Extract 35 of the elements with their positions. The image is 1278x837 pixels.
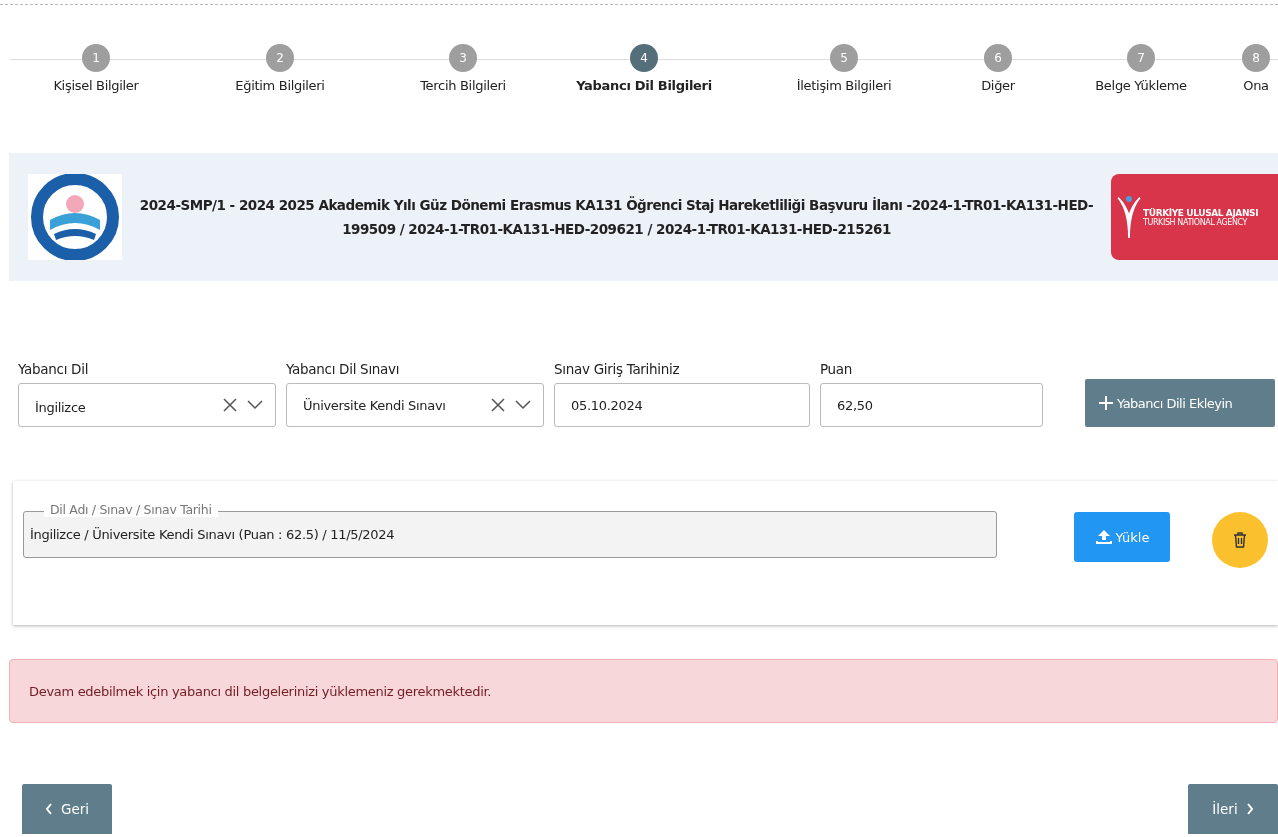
chevron-left-icon bbox=[44, 803, 53, 815]
step-label[interactable]: Eğitim Bilgileri bbox=[235, 78, 325, 93]
step-label[interactable]: Yabancı Dil Bilgileri bbox=[576, 78, 712, 93]
field-label: Sınav Giriş Tarihiniz bbox=[554, 361, 681, 377]
select-field[interactable]: İngilizce bbox=[18, 383, 276, 427]
step-number[interactable]: 4 bbox=[630, 44, 658, 72]
input-field[interactable]: 62,50 bbox=[820, 383, 1043, 427]
step-label[interactable]: Kişisel Bilgiler bbox=[53, 78, 139, 93]
field-label: Yabancı Dil Sınavı bbox=[286, 361, 401, 377]
field-legend: Dil Adı / Sınav / Sınav Tarihi bbox=[44, 502, 218, 517]
agency-name: TÜRKİYE ULUSAL AJANSI bbox=[1143, 207, 1259, 218]
field-label: Yabancı Dil bbox=[18, 361, 90, 377]
select-field[interactable]: Üniversite Kendi Sınavı bbox=[286, 383, 544, 427]
plus-icon bbox=[1099, 396, 1113, 410]
trash-icon bbox=[1233, 532, 1247, 548]
warning-alert: Devam edebilmek için yabancı dil belgelerinizi yüklemeniz gerekmektedir. bbox=[9, 659, 1278, 723]
field-label: Puan bbox=[820, 361, 854, 377]
chevron-down-icon[interactable] bbox=[515, 400, 531, 410]
step-label[interactable]: Tercih Bilgileri bbox=[420, 78, 506, 93]
clear-icon[interactable] bbox=[223, 398, 237, 412]
input-field[interactable]: 05.10.2024 bbox=[554, 383, 810, 427]
step-label[interactable]: Diğer bbox=[981, 78, 1015, 93]
add-language-button[interactable]: Yabancı Dili Ekleyin bbox=[1085, 379, 1275, 427]
chevron-down-icon[interactable] bbox=[247, 400, 263, 410]
delete-button[interactable] bbox=[1212, 512, 1268, 568]
next-button[interactable]: İleri bbox=[1188, 784, 1278, 834]
agency-subtitle: TURKISH NATIONAL AGENCY bbox=[1143, 217, 1248, 227]
step-label[interactable]: İletişim Bilgileri bbox=[796, 78, 892, 93]
step-label[interactable]: Ona bbox=[1243, 78, 1269, 93]
upload-icon bbox=[1094, 529, 1113, 545]
announcement-title: 2024-SMP/1 - 2024 2025 Akademik Yılı Güz Dönemi Erasmus KA131 Öğrenci Staj Hareketliliği Başvuru İlanı -2024-1-TR01-KA131-HED-199509 / 2024-1-TR01-KA131-HED-209621 / 2024-1-TR01-KA131-HED-215261 bbox=[138, 195, 1095, 239]
step-label[interactable]: Belge Yükleme bbox=[1095, 78, 1187, 93]
back-button[interactable]: Geri bbox=[22, 784, 112, 834]
chevron-right-icon bbox=[1245, 803, 1254, 815]
clear-icon[interactable] bbox=[491, 398, 505, 412]
